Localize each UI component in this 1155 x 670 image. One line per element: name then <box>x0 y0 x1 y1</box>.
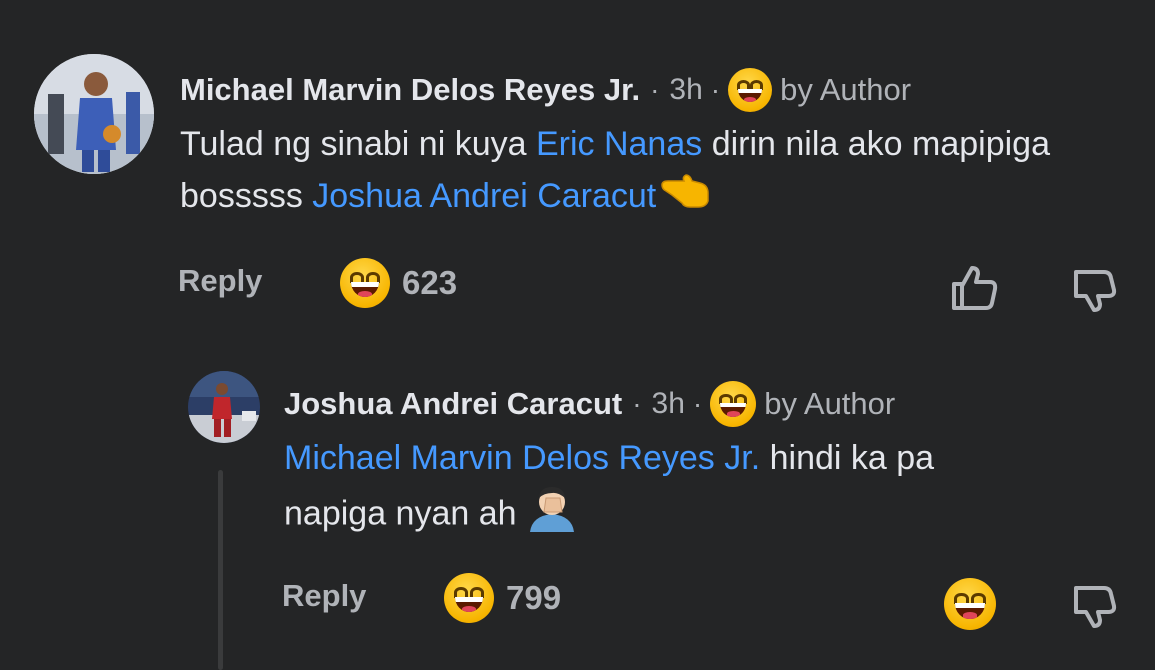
reaction-summary[interactable]: 623 <box>340 258 457 308</box>
grinning-face-icon <box>340 258 390 308</box>
author-badge: by Author <box>764 386 896 421</box>
comment-timestamp[interactable]: 3h <box>669 73 702 107</box>
reacted-button[interactable] <box>944 578 996 630</box>
mention-link[interactable]: Joshua Andrei Caracut <box>312 177 656 215</box>
thumbs-up-icon <box>952 266 998 310</box>
reply-button[interactable]: Reply <box>178 263 262 299</box>
grinning-face-icon <box>728 68 773 112</box>
dislike-button[interactable] <box>1068 264 1120 316</box>
comment-body: Tulad ng sinabi ni kuya Eric Nanas dirin… <box>180 118 1080 224</box>
reply-button[interactable]: Reply <box>282 578 366 614</box>
reply-text: napiga nyan ah <box>284 494 526 533</box>
separator-dot: · <box>710 74 721 105</box>
thread-connector-line <box>218 470 223 670</box>
reply-text: hindi ka pa <box>760 439 935 477</box>
thumbs-down-icon <box>1074 586 1117 628</box>
comment-header: Michael Marvin Delos Reyes Jr. · 3h · by… <box>180 66 911 114</box>
like-button[interactable] <box>948 262 1000 314</box>
commenter-avatar[interactable] <box>34 54 154 174</box>
reply-timestamp[interactable]: 3h <box>652 387 685 421</box>
reaction-summary[interactable]: 799 <box>444 573 561 623</box>
reaction-count: 623 <box>402 264 458 301</box>
grinning-face-icon <box>444 573 494 623</box>
reaction-count: 799 <box>506 579 562 616</box>
avatar-photo <box>188 371 260 443</box>
reply-header: Joshua Andrei Caracut · 3h · by Author <box>284 380 895 428</box>
mention-link[interactable]: Michael Marvin Delos Reyes Jr. <box>284 439 760 477</box>
reply-body: Michael Marvin Delos Reyes Jr. hindi ka … <box>284 432 1104 547</box>
grinning-face-icon <box>710 381 757 427</box>
author-badge: by Author <box>780 72 912 107</box>
avatar-photo <box>34 54 154 174</box>
separator-dot: · <box>692 388 703 419</box>
pointing-hand-icon <box>660 172 710 224</box>
grinning-face-icon <box>944 578 996 630</box>
reply-author-name[interactable]: Joshua Andrei Caracut <box>284 386 622 422</box>
thumbs-down-icon <box>1074 270 1117 312</box>
comment-author-name[interactable]: Michael Marvin Delos Reyes Jr. <box>180 72 640 108</box>
mention-link[interactable]: Eric Nanas <box>536 125 702 163</box>
separator-dot: · <box>650 74 660 105</box>
dislike-button[interactable] <box>1068 580 1120 632</box>
reply-avatar[interactable] <box>188 371 260 443</box>
comment-text: Tulad ng sinabi ni kuya <box>180 125 536 163</box>
separator-dot: · <box>632 388 642 419</box>
facepalm-icon <box>526 484 578 547</box>
